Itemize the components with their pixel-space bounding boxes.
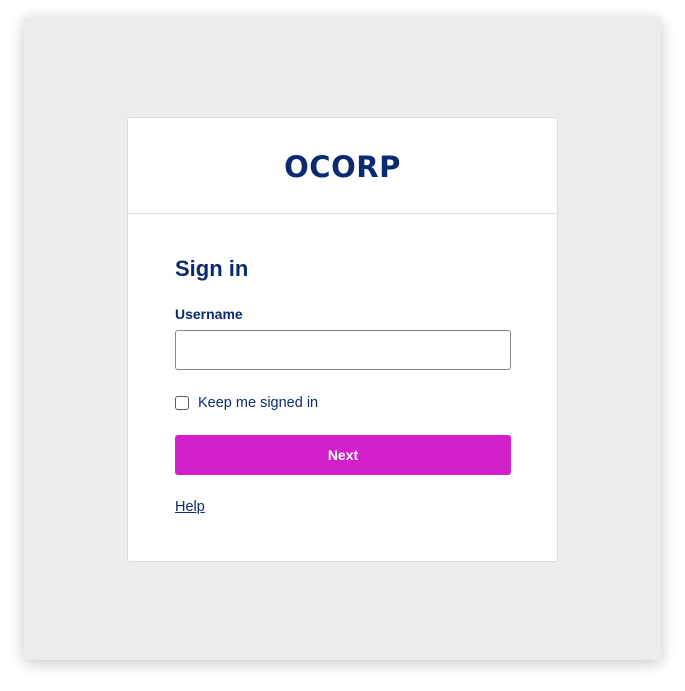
sign-in-card: OCORP Sign in Username Keep me signed in… xyxy=(127,117,558,562)
page-background: OCORP Sign in Username Keep me signed in… xyxy=(24,17,661,660)
brand-logo: OCORP xyxy=(284,149,401,184)
keep-signed-in-label[interactable]: Keep me signed in xyxy=(198,395,318,411)
page-title: Sign in xyxy=(175,256,249,281)
username-input[interactable] xyxy=(175,330,511,370)
card-header: OCORP xyxy=(128,118,557,214)
keep-signed-in-row[interactable]: Keep me signed in xyxy=(175,394,510,412)
next-button[interactable]: Next xyxy=(175,435,511,475)
keep-signed-in-checkbox[interactable] xyxy=(175,396,189,410)
help-link[interactable]: Help xyxy=(175,499,205,515)
card-body: Sign in Username Keep me signed in Next … xyxy=(128,256,557,516)
username-label: Username xyxy=(175,306,243,322)
